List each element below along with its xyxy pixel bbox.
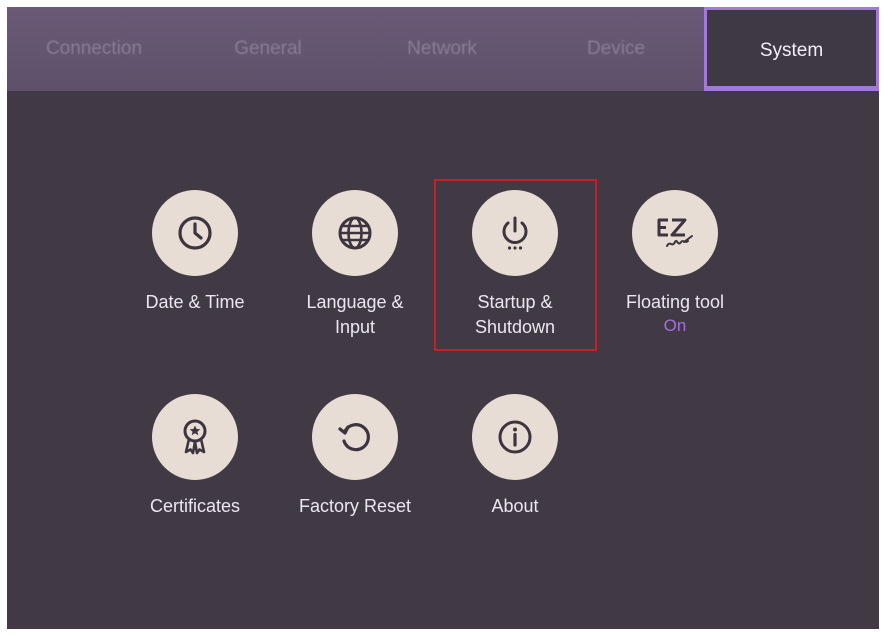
factory-reset-setting[interactable]: Factory Reset [275, 394, 435, 519]
globe-icon [338, 216, 372, 250]
tab-connection[interactable]: Connection [7, 7, 181, 91]
factory-reset-label: Factory Reset [298, 496, 412, 516]
certificate-ribbon-icon [183, 419, 207, 455]
startup-shutdown-highlight-box [434, 179, 597, 351]
floating-tool-status: On [663, 316, 687, 335]
about-label: About [491, 496, 539, 516]
clock-icon [178, 216, 212, 250]
factory-reset-icon-circle [312, 394, 398, 480]
tab-device[interactable]: Device [529, 7, 703, 91]
certificates-setting[interactable]: Certificates [115, 394, 275, 519]
info-icon [498, 420, 532, 454]
language-input-setting[interactable]: Language & Input [275, 190, 435, 340]
tab-network[interactable]: Network [355, 7, 529, 91]
language-icon-circle [312, 190, 398, 276]
ez-write-icon [657, 218, 693, 247]
settings-screen: Connection General Network Device System… [7, 7, 879, 629]
language-input-label: Language & Input [306, 292, 404, 337]
active-tab-indicator [704, 86, 879, 91]
tab-bar: Connection General Network Device System [7, 7, 879, 91]
about-setting[interactable]: About [435, 394, 595, 519]
tab-general[interactable]: General [181, 7, 355, 91]
certificates-label: Certificates [149, 496, 241, 516]
date-time-label: Date & Time [145, 292, 245, 312]
floating-tool-setting[interactable]: Floating tool On [595, 190, 755, 337]
reset-icon [338, 423, 370, 452]
tab-system[interactable]: System [704, 7, 879, 91]
floating-tool-icon-circle [632, 190, 718, 276]
about-icon-circle [472, 394, 558, 480]
date-time-setting[interactable]: Date & Time [115, 190, 275, 315]
date-time-icon-circle [152, 190, 238, 276]
certificates-icon-circle [152, 394, 238, 480]
floating-tool-label: Floating tool [625, 292, 725, 312]
